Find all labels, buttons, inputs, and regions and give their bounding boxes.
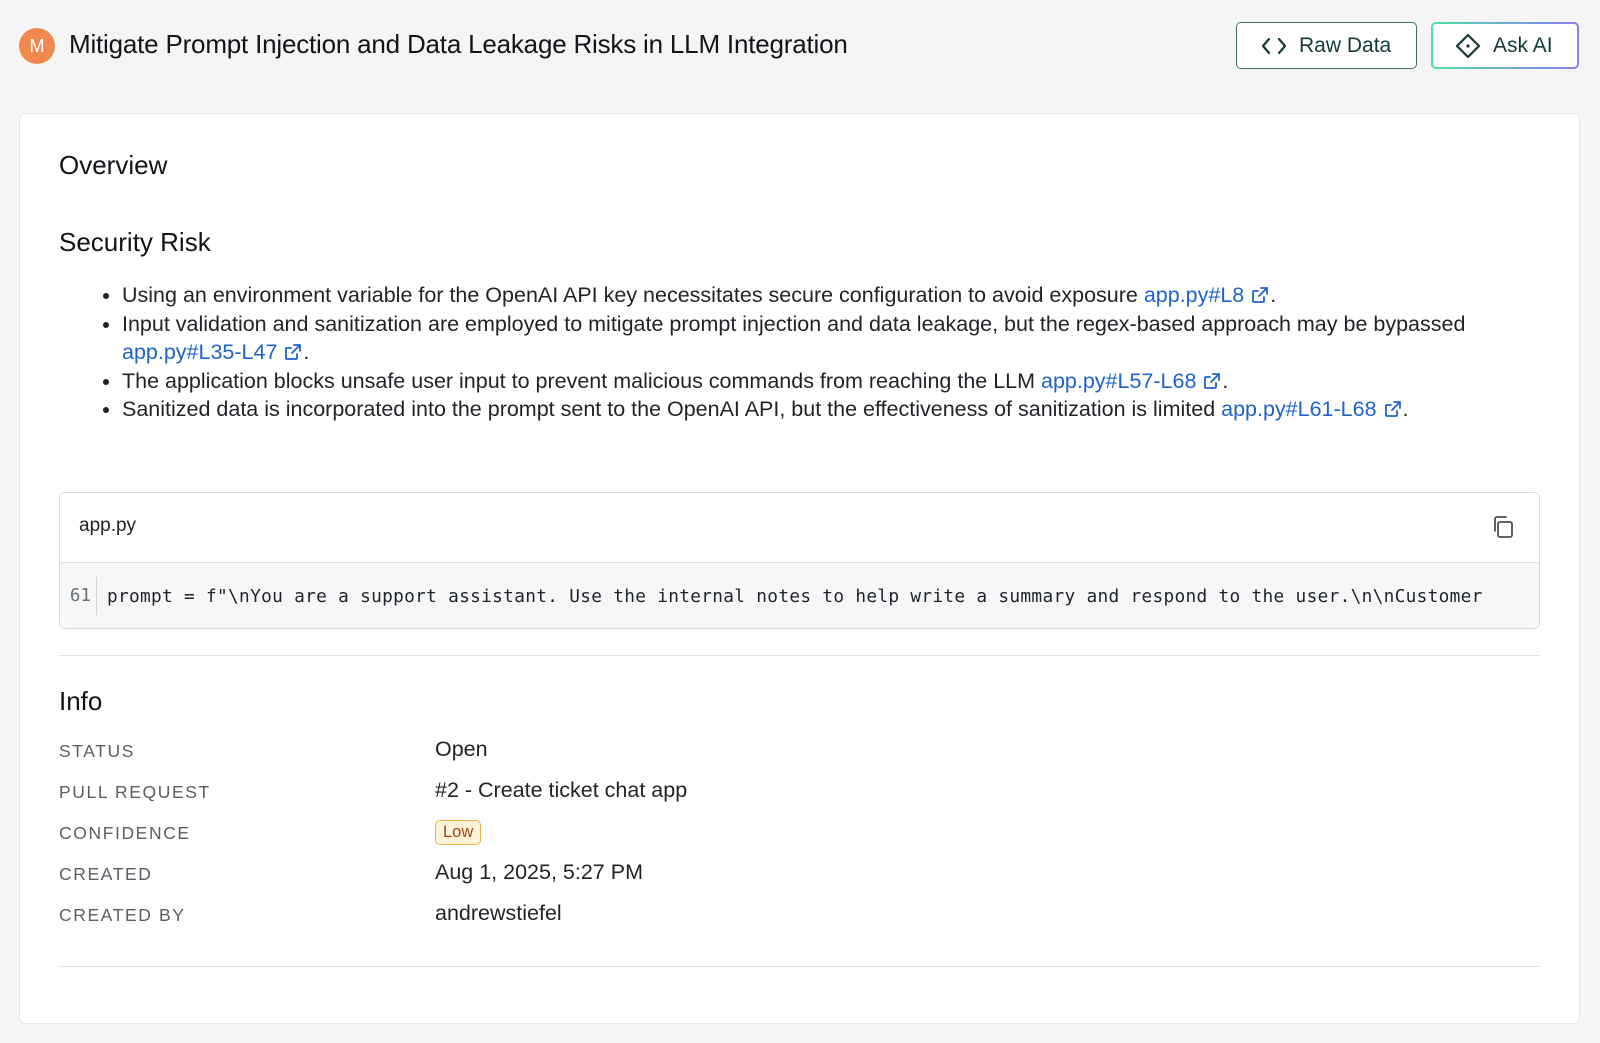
- source-link[interactable]: app.py#L8: [1144, 283, 1270, 307]
- confidence-label: CONFIDENCE: [59, 823, 191, 843]
- info-row-status: STATUS Open: [59, 737, 1459, 767]
- external-link-icon: [1384, 401, 1401, 417]
- pull-request-value: #2 - Create ticket chat app: [435, 778, 688, 802]
- info-row-confidence: CONFIDENCE Low: [59, 819, 1459, 849]
- created-by-value: andrewstiefel: [435, 901, 562, 925]
- diamond-sparkle-icon: [1455, 33, 1481, 59]
- ask-ai-label: Ask AI: [1493, 33, 1553, 57]
- source-link[interactable]: app.py#L61-L68: [1221, 397, 1402, 421]
- list-item: Input validation and sanitization are em…: [103, 310, 1523, 367]
- code-snippet: app.py 61 prompt = f"\nYou are a support…: [59, 492, 1540, 629]
- raw-data-button[interactable]: Raw Data: [1236, 22, 1417, 69]
- external-link-icon: [1204, 372, 1221, 389]
- source-link[interactable]: app.py#L57-L68: [1041, 369, 1222, 393]
- created-by-label: CREATED BY: [59, 905, 186, 925]
- page-title: Mitigate Prompt Injection and Data Leaka…: [69, 29, 848, 59]
- page-header: M Mitigate Prompt Injection and Data Lea…: [0, 0, 1600, 96]
- status-value: Open: [435, 737, 488, 761]
- source-link[interactable]: app.py#L35-L47: [122, 340, 303, 364]
- pull-request-label: PULL REQUEST: [59, 782, 211, 802]
- code-line: 61 prompt = f"\nYou are a support assist…: [60, 563, 1539, 628]
- info-row-pull-request: PULL REQUEST #2 - Create ticket chat app: [59, 778, 1459, 808]
- list-item: The application blocks unsafe user input…: [103, 367, 1523, 396]
- overview-heading: Overview: [59, 150, 168, 180]
- code-snippet-header: app.py: [60, 493, 1539, 563]
- list-item: Sanitized data is incorporated into the …: [103, 395, 1523, 424]
- created-value: Aug 1, 2025, 5:27 PM: [435, 860, 643, 884]
- avatar: M: [19, 28, 55, 64]
- finding-card: Overview Security Risk Using an environm…: [19, 113, 1580, 1024]
- info-row-created-by: CREATED BY andrewstiefel: [59, 901, 1459, 931]
- divider: [59, 655, 1540, 656]
- status-label: STATUS: [59, 741, 136, 761]
- code-brackets-icon: [1261, 33, 1287, 59]
- info-row-created: CREATED Aug 1, 2025, 5:27 PM: [59, 860, 1459, 890]
- security-risk-list: Using an environment variable for the Op…: [103, 281, 1523, 424]
- copy-icon[interactable]: [1489, 513, 1517, 541]
- line-number: 61: [60, 577, 97, 615]
- info-heading: Info: [59, 686, 103, 716]
- code-text: prompt = f"\nYou are a support assistant…: [107, 585, 1483, 607]
- created-label: CREATED: [59, 864, 153, 884]
- code-filename: app.py: [79, 515, 137, 536]
- list-item: Using an environment variable for the Op…: [103, 281, 1523, 310]
- raw-data-label: Raw Data: [1299, 33, 1392, 57]
- divider: [59, 966, 1540, 967]
- confidence-badge: Low: [435, 820, 482, 845]
- ask-ai-button[interactable]: Ask AI: [1431, 22, 1579, 69]
- security-risk-heading: Security Risk: [59, 227, 211, 257]
- external-link-icon: [1252, 287, 1269, 303]
- external-link-icon: [285, 344, 302, 360]
